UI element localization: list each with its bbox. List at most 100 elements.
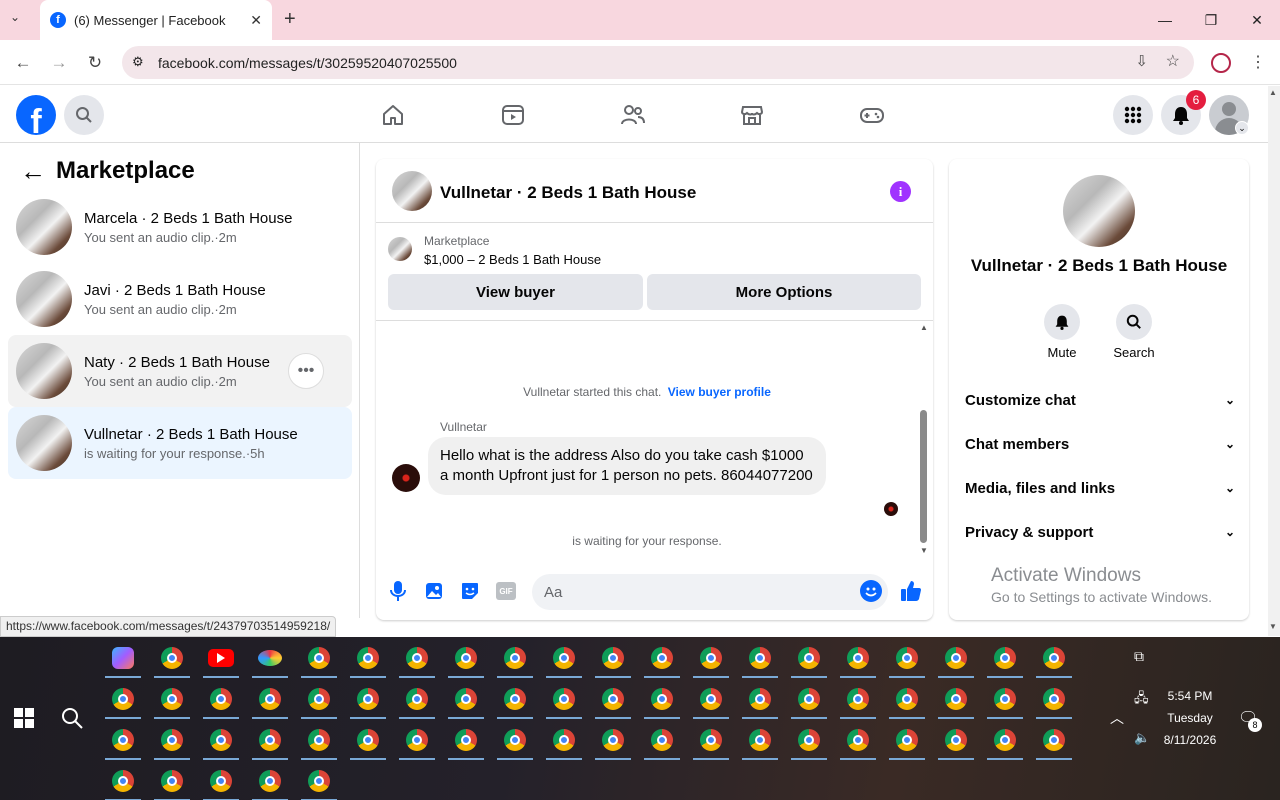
chrome-icon[interactable]	[838, 679, 878, 719]
chrome-icon[interactable]	[936, 679, 976, 719]
chrome-icon[interactable]	[740, 638, 780, 678]
chrome-icon[interactable]	[691, 720, 731, 760]
chrome-icon[interactable]	[1034, 638, 1074, 678]
show-hidden-icons-icon[interactable]: ︿	[1110, 708, 1124, 728]
more-options-button[interactable]: More Options	[647, 274, 921, 310]
media-files-section[interactable]: Media, files and links ⌄	[965, 476, 1235, 500]
chrome-icon[interactable]	[838, 638, 878, 678]
chrome-icon[interactable]	[103, 679, 143, 719]
chrome-icon[interactable]	[201, 761, 241, 800]
clock-date[interactable]: 8/11/2026	[1155, 733, 1225, 747]
tab-close-icon[interactable]: ✕	[250, 12, 262, 29]
page-scrollbar[interactable]	[1268, 86, 1280, 636]
sticker-icon[interactable]	[460, 581, 480, 606]
privacy-support-section[interactable]: Privacy & support ⌄	[965, 520, 1235, 544]
search-label[interactable]: Search	[1104, 345, 1164, 360]
browser-menu-icon[interactable]: ⋮	[1250, 52, 1266, 72]
chrome-icon[interactable]	[446, 720, 486, 760]
chrome-icon[interactable]	[544, 679, 584, 719]
details-avatar[interactable]	[1063, 175, 1135, 247]
photo-icon[interactable]	[424, 581, 444, 606]
video-icon[interactable]	[493, 98, 533, 132]
chrome-icon[interactable]	[789, 720, 829, 760]
chrome-icon[interactable]	[446, 679, 486, 719]
chrome-icon[interactable]	[691, 679, 731, 719]
chrome-icon[interactable]	[691, 638, 731, 678]
chat-members-section[interactable]: Chat members ⌄	[965, 432, 1235, 456]
volume-icon[interactable]: 🔈	[1134, 730, 1150, 746]
chrome-icon[interactable]	[495, 720, 535, 760]
info-icon[interactable]: i	[890, 181, 911, 202]
menu-grid-icon[interactable]	[1113, 95, 1153, 135]
conversation-item-hovered[interactable]: Naty · 2 Beds 1 Bath House You sent an a…	[8, 335, 352, 407]
forward-icon[interactable]: →	[45, 50, 73, 76]
conversation-item-selected[interactable]: Vullnetar · 2 Beds 1 Bath House is waiti…	[8, 407, 352, 479]
chrome-icon[interactable]	[201, 720, 241, 760]
chrome-icon[interactable]	[789, 638, 829, 678]
chrome-icon[interactable]	[887, 720, 927, 760]
view-buyer-button[interactable]: View buyer	[388, 274, 643, 310]
chrome-icon[interactable]	[985, 679, 1025, 719]
install-app-icon[interactable]: ⇩	[1135, 52, 1148, 70]
marketplace-icon[interactable]	[732, 98, 772, 132]
chrome-icon[interactable]	[838, 720, 878, 760]
chrome-icon[interactable]	[544, 720, 584, 760]
chrome-icon[interactable]	[397, 720, 437, 760]
new-tab-icon[interactable]: +	[284, 8, 296, 31]
chrome-icon[interactable]	[544, 638, 584, 678]
chat-avatar[interactable]	[392, 171, 432, 211]
chrome-icon[interactable]	[250, 679, 290, 719]
clock-time[interactable]: 5:54 PM	[1160, 689, 1220, 703]
chrome-icon[interactable]	[152, 638, 192, 678]
back-icon[interactable]: ←	[9, 50, 37, 76]
chrome-icon[interactable]	[1034, 679, 1074, 719]
mute-bell-icon[interactable]	[1044, 304, 1080, 340]
chrome-icon[interactable]	[152, 720, 192, 760]
site-info-icon[interactable]: ⚙	[132, 54, 144, 70]
chrome-icon[interactable]	[201, 679, 241, 719]
chrome-icon[interactable]	[103, 720, 143, 760]
chrome-icon[interactable]	[936, 720, 976, 760]
chat-scroll-down-icon[interactable]: ▼	[920, 546, 928, 555]
emoji-icon[interactable]	[860, 580, 882, 602]
chrome-icon[interactable]	[299, 638, 339, 678]
scroll-up-icon[interactable]: ▲	[1269, 88, 1277, 97]
chat-title[interactable]: Vullnetar · 2 Beds 1 Bath House	[440, 183, 696, 203]
chrome-icon[interactable]	[495, 638, 535, 678]
browser-tab[interactable]: f (6) Messenger | Facebook ✕	[40, 0, 272, 40]
view-buyer-profile-link[interactable]: View buyer profile	[668, 385, 771, 399]
gaming-icon[interactable]	[852, 98, 892, 132]
window-close-icon[interactable]: ✕	[1234, 0, 1280, 40]
chrome-icon[interactable]	[348, 720, 388, 760]
search-icon[interactable]	[64, 95, 104, 135]
chrome-icon[interactable]	[740, 720, 780, 760]
chrome-icon[interactable]	[397, 679, 437, 719]
customize-chat-section[interactable]: Customize chat ⌄	[965, 388, 1235, 412]
chrome-icon[interactable]	[642, 679, 682, 719]
chrome-icon[interactable]	[348, 638, 388, 678]
microphone-icon[interactable]	[388, 580, 408, 607]
chrome-icon[interactable]	[740, 679, 780, 719]
chrome-icon[interactable]	[250, 720, 290, 760]
like-thumb-icon[interactable]	[899, 579, 923, 608]
chrome-icon[interactable]	[1034, 720, 1074, 760]
message-input[interactable]: Aa	[532, 574, 888, 610]
windows-start-icon[interactable]	[14, 708, 34, 733]
tab-search-icon[interactable]: ⌄	[10, 10, 20, 24]
paint-icon[interactable]	[250, 638, 290, 678]
restore-icon[interactable]: ❐	[1188, 0, 1234, 40]
message-bubble[interactable]: Hello what is the address Also do you ta…	[428, 437, 826, 495]
search-chat-icon[interactable]	[1116, 304, 1152, 340]
tablet-mode-icon[interactable]: ⧉	[1134, 648, 1144, 665]
chrome-icon[interactable]	[936, 638, 976, 678]
chat-scroll-up-icon[interactable]: ▲	[920, 323, 928, 332]
mute-label[interactable]: Mute	[1032, 345, 1092, 360]
chrome-icon[interactable]	[299, 761, 339, 800]
sender-avatar[interactable]	[392, 464, 420, 492]
back-arrow-icon[interactable]: ←	[20, 156, 46, 187]
chrome-icon[interactable]	[985, 720, 1025, 760]
chrome-icon[interactable]	[103, 761, 143, 800]
home-icon[interactable]	[373, 98, 413, 132]
minimize-icon[interactable]: —	[1142, 0, 1188, 40]
profile-icon[interactable]	[1211, 53, 1231, 73]
